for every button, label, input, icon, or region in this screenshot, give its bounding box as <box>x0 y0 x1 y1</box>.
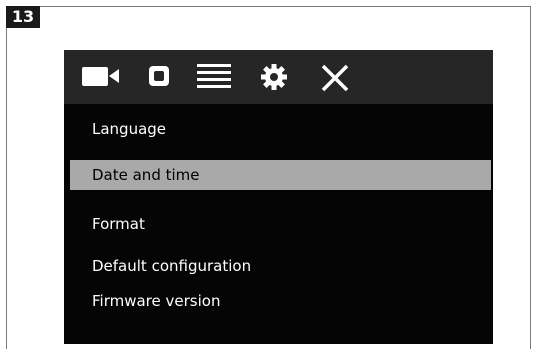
menu-item-format[interactable]: Format <box>70 209 491 239</box>
menu-item-date-and-time[interactable]: Date and time <box>70 160 491 190</box>
toolbar <box>64 50 493 104</box>
gear-icon[interactable] <box>261 64 287 90</box>
step-number-badge: 13 <box>6 6 40 28</box>
close-icon[interactable] <box>320 63 350 93</box>
device-screen: Language Date and time Format Default co… <box>64 50 493 344</box>
menu-item-firmware-version[interactable]: Firmware version <box>70 286 491 316</box>
menu-item-default-configuration[interactable]: Default configuration <box>70 251 491 281</box>
photo-camera-icon[interactable] <box>149 66 169 86</box>
menu-item-language[interactable]: Language <box>70 114 491 144</box>
